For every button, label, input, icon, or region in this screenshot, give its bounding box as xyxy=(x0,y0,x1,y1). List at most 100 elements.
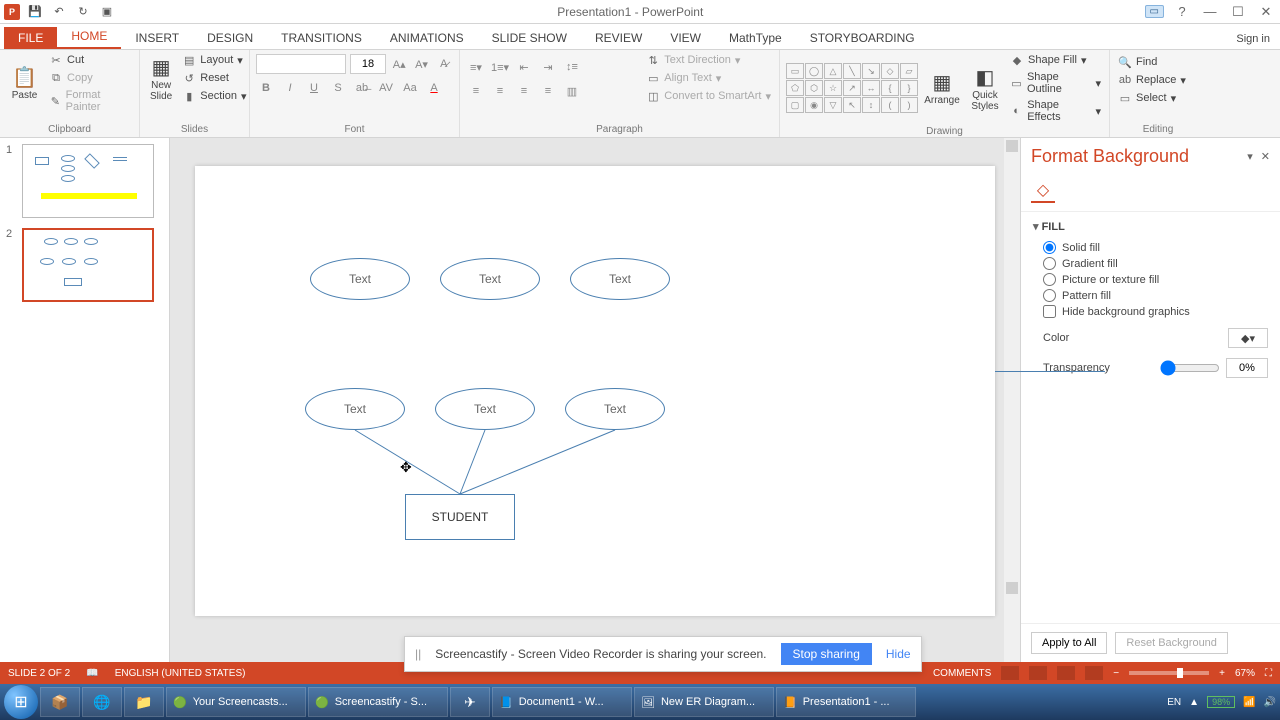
solid-fill-radio[interactable]: Solid fill xyxy=(1043,241,1268,254)
thumbnail-2[interactable]: 2 xyxy=(6,228,163,302)
justify-icon[interactable]: ≡ xyxy=(538,81,558,101)
zoom-slider[interactable] xyxy=(1129,671,1209,675)
shapes-gallery[interactable]: ▭◯△╲↘◇▱ ⬠⬡☆↗↔{} ▢◉▽↖↕() xyxy=(786,63,918,113)
hide-bg-checkbox[interactable]: Hide background graphics xyxy=(1043,305,1268,318)
zoom-level[interactable]: 67% xyxy=(1235,668,1255,679)
slide-indicator[interactable]: SLIDE 2 OF 2 xyxy=(8,668,70,679)
tab-insert[interactable]: INSERT xyxy=(121,27,193,49)
underline-icon[interactable]: U xyxy=(304,78,324,98)
text-direction-button[interactable]: ⇅Text Direction ▾ xyxy=(644,52,773,68)
undo-icon[interactable]: ↶ xyxy=(50,3,68,21)
taskbar-ie-icon[interactable]: 🌐 xyxy=(82,687,122,717)
shape-line[interactable] xyxy=(995,371,1105,372)
char-spacing-icon[interactable]: AV xyxy=(376,78,396,98)
section-button[interactable]: ▮Section ▾ xyxy=(180,88,248,104)
thumbnail-slide[interactable] xyxy=(22,228,154,302)
numbering-icon[interactable]: 1≡▾ xyxy=(490,57,510,77)
vertical-scrollbar[interactable] xyxy=(1004,138,1020,662)
select-button[interactable]: ▭Select ▾ xyxy=(1116,90,1200,106)
pane-dropdown-icon[interactable]: ▾ xyxy=(1247,150,1253,163)
shape-fill-button[interactable]: ◆Shape Fill ▾ xyxy=(1008,52,1103,68)
decrease-indent-icon[interactable]: ⇤ xyxy=(514,57,534,77)
spell-check-icon[interactable]: 📖 xyxy=(86,668,98,679)
tray-volume-icon[interactable]: 🔊 xyxy=(1264,697,1276,708)
tab-slideshow[interactable]: SLIDE SHOW xyxy=(478,27,581,49)
taskbar-telegram-icon[interactable]: ✈ xyxy=(450,687,490,717)
ribbon-display-badge[interactable]: ▭ xyxy=(1145,5,1164,18)
gradient-fill-radio[interactable]: Gradient fill xyxy=(1043,257,1268,270)
tab-storyboarding[interactable]: STORYBOARDING xyxy=(796,27,929,49)
tab-home[interactable]: HOME xyxy=(57,25,121,49)
fill-section[interactable]: FILL xyxy=(1033,220,1268,233)
reset-button[interactable]: ↺Reset xyxy=(180,70,248,86)
cut-button[interactable]: ✂Cut xyxy=(47,52,133,68)
fit-to-window-icon[interactable]: ⛶ xyxy=(1265,668,1272,679)
pattern-fill-radio[interactable]: Pattern fill xyxy=(1043,289,1268,302)
align-left-icon[interactable]: ≡ xyxy=(466,81,486,101)
font-size-input[interactable] xyxy=(350,54,386,74)
align-text-button[interactable]: ▭Align Text ▾ xyxy=(644,70,773,86)
transparency-input[interactable] xyxy=(1226,358,1268,378)
tab-mathtype[interactable]: MathType xyxy=(715,27,796,49)
shape-rectangle[interactable]: STUDENT xyxy=(405,494,515,540)
reading-view-icon[interactable] xyxy=(1057,666,1075,680)
maximize-icon[interactable]: ☐ xyxy=(1228,5,1248,19)
taskbar-explorer-icon[interactable]: 📁 xyxy=(124,687,164,717)
replace-button[interactable]: abReplace ▾ xyxy=(1116,72,1200,88)
shape-oval[interactable]: Text xyxy=(570,258,670,300)
pane-close-icon[interactable]: ✕ xyxy=(1261,150,1270,163)
slide-canvas[interactable]: Text Text Text Text Text Text STUDENT ✥ xyxy=(195,166,995,616)
decrease-font-icon[interactable]: A▾ xyxy=(412,54,430,74)
strikethrough-icon[interactable]: ab̶ xyxy=(352,78,372,98)
bullets-icon[interactable]: ≡▾ xyxy=(466,57,486,77)
taskbar-chrome-2[interactable]: 🟢Screencastify - S... xyxy=(308,687,448,717)
comments-button[interactable]: COMMENTS xyxy=(933,668,991,679)
taskbar-powerpoint[interactable]: 📙Presentation1 - ... xyxy=(776,687,916,717)
sign-in-link[interactable]: Sign in xyxy=(1226,29,1280,49)
align-right-icon[interactable]: ≡ xyxy=(514,81,534,101)
tab-design[interactable]: DESIGN xyxy=(193,27,267,49)
normal-view-icon[interactable] xyxy=(1001,666,1019,680)
sorter-view-icon[interactable] xyxy=(1029,666,1047,680)
tab-file[interactable]: FILE xyxy=(4,27,57,49)
redo-icon[interactable]: ↻ xyxy=(74,3,92,21)
shape-oval[interactable]: Text xyxy=(305,388,405,430)
language-indicator[interactable]: ENGLISH (UNITED STATES) xyxy=(115,668,246,679)
tab-transitions[interactable]: TRANSITIONS xyxy=(267,27,376,49)
arrange-button[interactable]: ▦Arrange xyxy=(922,68,962,108)
taskbar-image[interactable]: 🖼New ER Diagram... xyxy=(634,687,774,717)
minimize-icon[interactable]: — xyxy=(1200,5,1220,19)
fill-tab-icon[interactable]: ◇ xyxy=(1031,179,1055,203)
italic-icon[interactable]: I xyxy=(280,78,300,98)
slide-thumbnails[interactable]: 1 2 xyxy=(0,138,170,662)
tray-battery[interactable]: 98% xyxy=(1207,696,1235,708)
shape-oval[interactable]: Text xyxy=(565,388,665,430)
new-slide-button[interactable]: ▦ New Slide xyxy=(146,53,176,104)
reset-background-button[interactable]: Reset Background xyxy=(1115,632,1228,654)
shape-oval[interactable]: Text xyxy=(310,258,410,300)
save-icon[interactable]: 💾 xyxy=(26,3,44,21)
line-spacing-icon[interactable]: ↕≡ xyxy=(562,57,582,77)
slideshow-view-icon[interactable] xyxy=(1085,666,1103,680)
font-color-icon[interactable]: A xyxy=(424,78,444,98)
clear-formatting-icon[interactable]: A̷ xyxy=(435,54,453,74)
increase-font-icon[interactable]: A▴ xyxy=(390,54,408,74)
align-center-icon[interactable]: ≡ xyxy=(490,81,510,101)
thumbnail-slide[interactable] xyxy=(22,144,154,218)
tab-animations[interactable]: ANIMATIONS xyxy=(376,27,478,49)
shape-outline-button[interactable]: ▭Shape Outline ▾ xyxy=(1008,70,1103,96)
format-painter-button[interactable]: ✎Format Painter xyxy=(47,88,133,114)
start-button[interactable]: ⊞ xyxy=(4,685,38,719)
thumbnail-1[interactable]: 1 xyxy=(6,144,163,218)
close-icon[interactable]: ✕ xyxy=(1256,5,1276,19)
convert-smartart-button[interactable]: ◫Convert to SmartArt ▾ xyxy=(644,88,773,104)
columns-icon[interactable]: ▥ xyxy=(562,81,582,101)
stop-sharing-button[interactable]: Stop sharing xyxy=(781,643,872,665)
shadow-icon[interactable]: S xyxy=(328,78,348,98)
zoom-out-icon[interactable]: − xyxy=(1113,668,1119,679)
increase-indent-icon[interactable]: ⇥ xyxy=(538,57,558,77)
layout-button[interactable]: ▤Layout ▾ xyxy=(180,52,248,68)
find-button[interactable]: 🔍Find xyxy=(1116,54,1200,70)
copy-button[interactable]: ⧉Copy xyxy=(47,70,133,86)
scroll-up-icon[interactable] xyxy=(1006,140,1018,152)
